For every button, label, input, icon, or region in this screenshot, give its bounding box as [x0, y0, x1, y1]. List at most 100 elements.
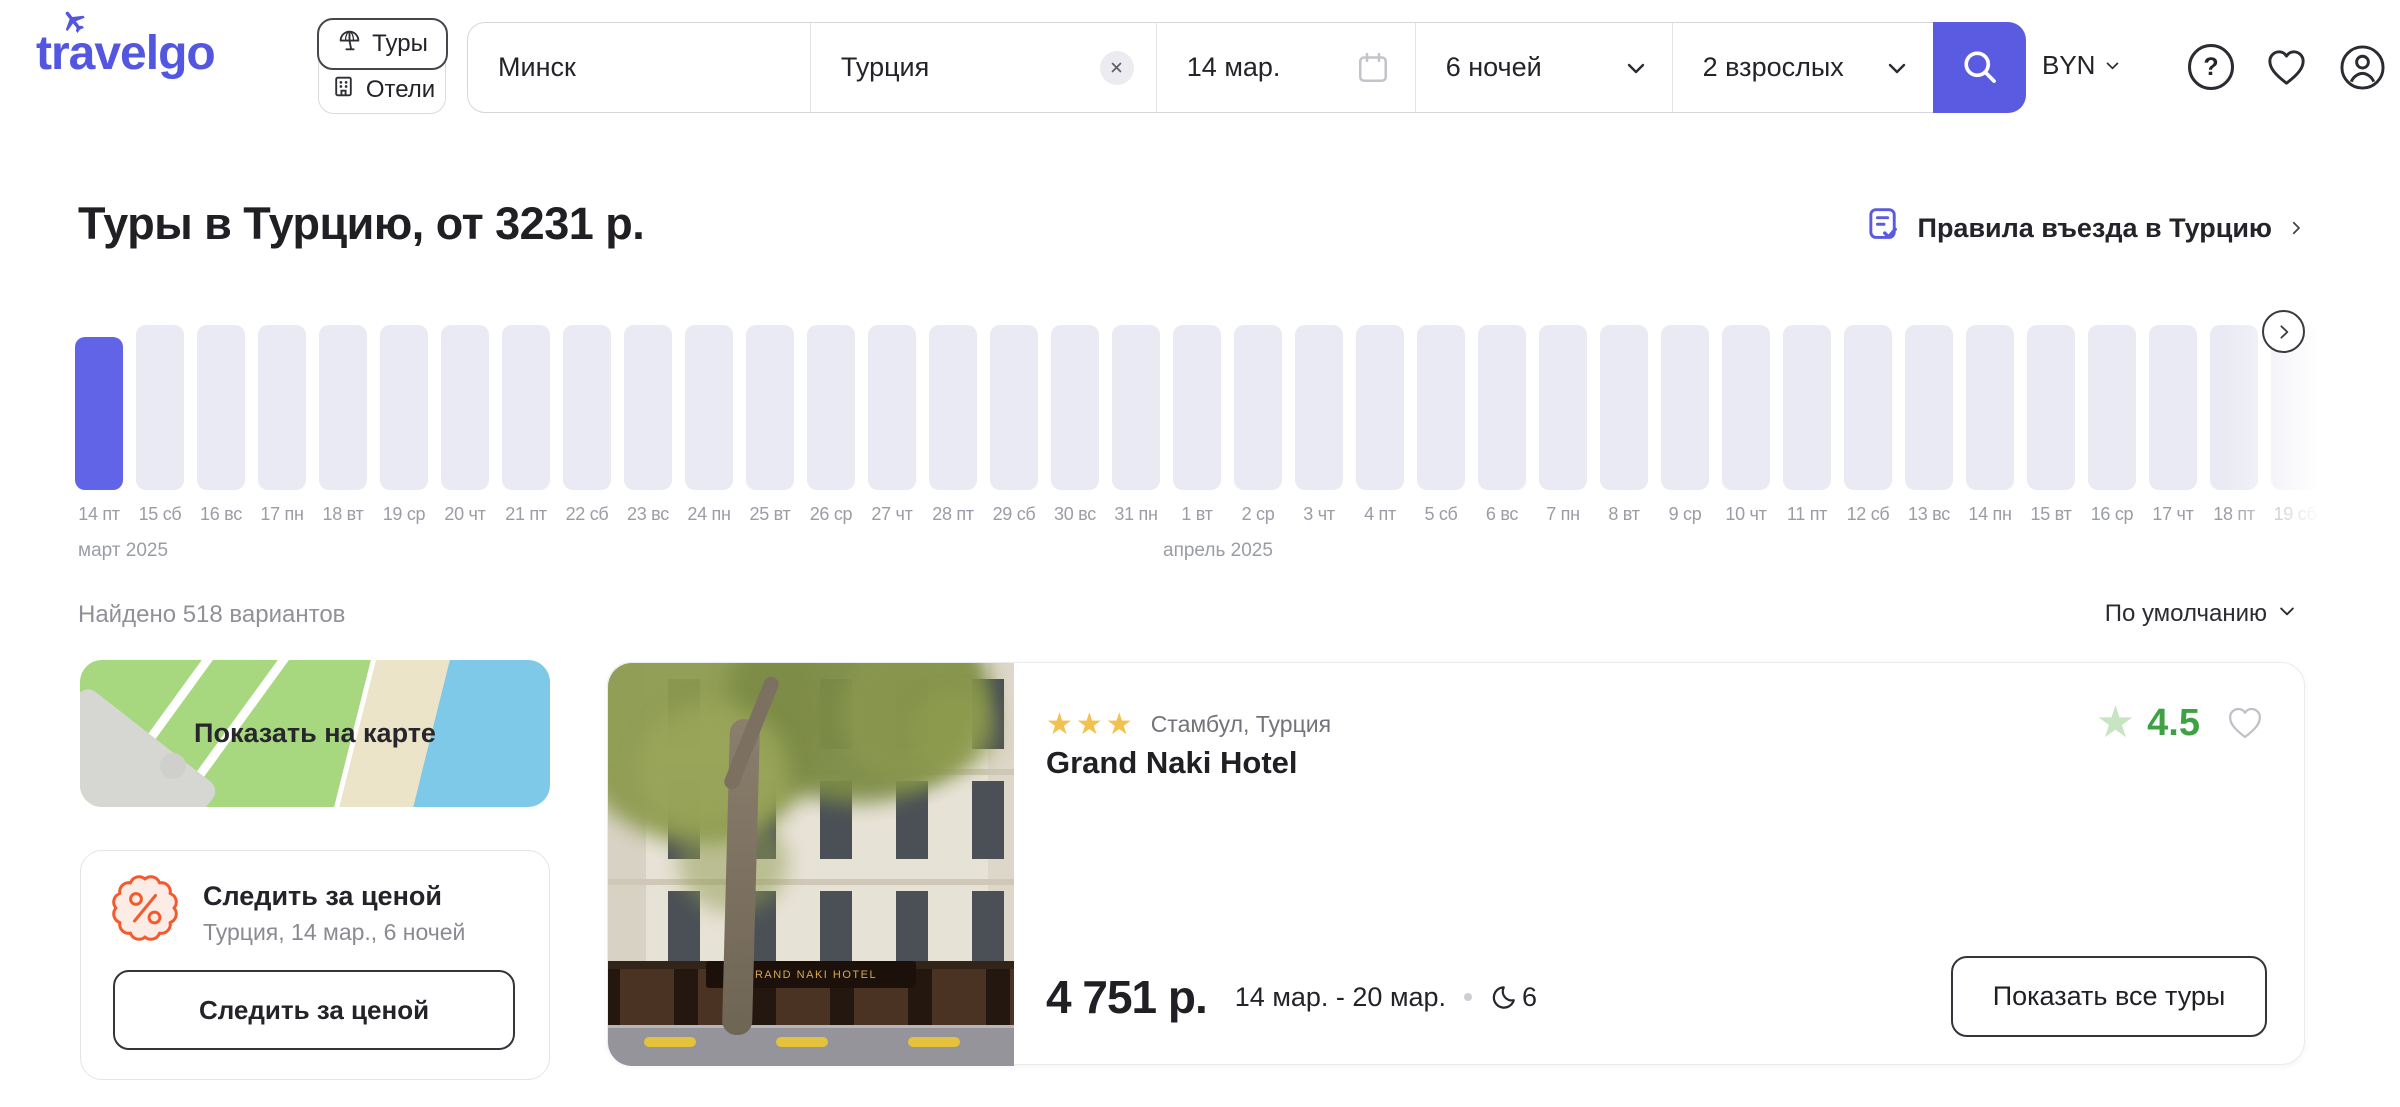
- date-bar-fill: [2210, 325, 2258, 490]
- clear-icon[interactable]: [1100, 51, 1134, 85]
- date-bar-fill: [1417, 325, 1465, 490]
- hotel-photo[interactable]: GRAND NAKI HOTEL: [608, 663, 1014, 1066]
- date-bar[interactable]: 4 пт: [1356, 325, 1404, 525]
- date-bar[interactable]: 8 вт: [1600, 325, 1648, 525]
- date-bar-label: 25 вт: [746, 504, 794, 525]
- currency-selector[interactable]: BYN: [2042, 50, 2121, 81]
- date-bar-label: 16 вс: [197, 504, 245, 525]
- date-bar[interactable]: 23 вс: [624, 325, 672, 525]
- search-bar: Минск Турция 14 мар. 6 ночей 2 взрослых: [467, 22, 2025, 113]
- date-bar[interactable]: 12 сб: [1844, 325, 1892, 525]
- origin-field[interactable]: Минск: [468, 23, 811, 112]
- date-bar[interactable]: 10 чт: [1722, 325, 1770, 525]
- date-bar-fill: [1234, 325, 1282, 490]
- date-bar[interactable]: 6 вс: [1478, 325, 1526, 525]
- date-bar-label: 19 ср: [380, 504, 428, 525]
- nights-field[interactable]: 6 ночей: [1416, 23, 1673, 112]
- hotel-name[interactable]: Grand Naki Hotel: [1046, 745, 1298, 781]
- date-bar[interactable]: 17 чт: [2149, 325, 2197, 525]
- help-icon[interactable]: ?: [2188, 44, 2234, 90]
- show-on-map-label: Показать на карте: [194, 718, 436, 749]
- entry-rules-link[interactable]: Правила въезда в Турцию: [1865, 206, 2305, 251]
- tour-dates: 14 мар. - 20 мар.: [1235, 982, 1446, 1013]
- calendar-icon: [1355, 50, 1391, 86]
- date-bar[interactable]: 18 вт: [319, 325, 367, 525]
- date-bar[interactable]: 29 сб: [990, 325, 1038, 525]
- date-bar-fill: [2027, 325, 2075, 490]
- date-bar[interactable]: 19 сб: [2271, 325, 2319, 525]
- rating-value: 4.5: [2147, 702, 2200, 745]
- date-bar[interactable]: 5 сб: [1417, 325, 1465, 525]
- date-bar[interactable]: 21 пт: [502, 325, 550, 525]
- date-bar-fill: [2088, 325, 2136, 490]
- date-bar[interactable]: 26 ср: [807, 325, 855, 525]
- date-bar[interactable]: 28 пт: [929, 325, 977, 525]
- favorites-heart-icon[interactable]: [2263, 44, 2310, 96]
- search-button[interactable]: [1933, 22, 2026, 113]
- date-bar-label: 27 чт: [868, 504, 916, 525]
- date-bar[interactable]: 24 пн: [685, 325, 733, 525]
- month-label: март 2025: [78, 540, 168, 562]
- date-bar[interactable]: 13 вс: [1905, 325, 1953, 525]
- date-bar-fill: [1539, 325, 1587, 490]
- date-bar[interactable]: 15 вт: [2027, 325, 2075, 525]
- date-bar-fill: [1356, 325, 1404, 490]
- date-bar[interactable]: 18 пт: [2210, 325, 2258, 525]
- mode-tab-hotels[interactable]: Отели: [319, 66, 447, 113]
- date-bar[interactable]: 7 пн: [1539, 325, 1587, 525]
- date-bar-label: 24 пн: [685, 504, 733, 525]
- show-on-map-button[interactable]: Показать на карте: [80, 660, 550, 807]
- date-bar[interactable]: 16 вс: [197, 325, 245, 525]
- scroll-next-button[interactable]: [2262, 310, 2305, 353]
- date-bar[interactable]: 19 ср: [380, 325, 428, 525]
- logo[interactable]: travelgo: [36, 26, 215, 81]
- date-bar[interactable]: 20 чт: [441, 325, 489, 525]
- date-bar[interactable]: 27 чт: [868, 325, 916, 525]
- date-bar-fill: [2149, 325, 2197, 490]
- date-bar-fill: [746, 325, 794, 490]
- date-bar-label: 8 вт: [1600, 504, 1648, 525]
- price-watch-button[interactable]: Следить за ценой: [113, 970, 515, 1050]
- date-bar-fill: [502, 325, 550, 490]
- date-bar-label: 1 вт: [1173, 504, 1221, 525]
- rating-block: ★ 4.5: [2096, 701, 2266, 745]
- date-bar-fill: [380, 325, 428, 490]
- results-count: Найдено 518 вариантов: [78, 601, 345, 629]
- travelgo-page: travelgo Туры Отели Минск Турция 1: [0, 0, 2400, 1107]
- date-field[interactable]: 14 мар.: [1157, 23, 1416, 112]
- date-bar-fill: [1844, 325, 1892, 490]
- guests-field[interactable]: 2 взрослых: [1673, 23, 1933, 112]
- date-bar[interactable]: 2 ср: [1234, 325, 1282, 525]
- date-price-strip: 14 пт 15 сб 16 вс 17 пн 18 вт 19 ср 20 чт 21 пт…: [75, 325, 2332, 525]
- date-bar[interactable]: 17 пн: [258, 325, 306, 525]
- date-bar-fill: [1905, 325, 1953, 490]
- date-bar[interactable]: 25 вт: [746, 325, 794, 525]
- date-bar-label: 15 вт: [2027, 504, 2075, 525]
- entry-rules-icon: [1865, 206, 1903, 251]
- date-bar-fill: [136, 325, 184, 490]
- sort-dropdown[interactable]: По умолчанию: [2105, 600, 2297, 628]
- date-bar[interactable]: 15 сб: [136, 325, 184, 525]
- sort-label: По умолчанию: [2105, 600, 2267, 628]
- date-bar-fill: [624, 325, 672, 490]
- date-bar[interactable]: 16 ср: [2088, 325, 2136, 525]
- date-bar[interactable]: 31 пн: [1112, 325, 1160, 525]
- nights-count: 6: [1522, 982, 1537, 1013]
- hotel-card[interactable]: GRAND NAKI HOTEL ★★★ Стамбул, Турция Gra…: [607, 662, 2305, 1065]
- show-all-tours-button[interactable]: Показать все туры: [1951, 956, 2267, 1037]
- destination-field[interactable]: Турция: [811, 23, 1157, 112]
- date-bar[interactable]: 30 вс: [1051, 325, 1099, 525]
- mode-tab-tours[interactable]: Туры: [317, 18, 448, 70]
- date-bar[interactable]: 22 сб: [563, 325, 611, 525]
- date-bar[interactable]: 14 пн: [1966, 325, 2014, 525]
- date-bar[interactable]: 14 пт: [75, 325, 123, 525]
- favorite-heart-icon[interactable]: [2224, 702, 2266, 744]
- date-bar[interactable]: 11 пт: [1783, 325, 1831, 525]
- date-bar-label: 2 ср: [1234, 504, 1282, 525]
- price-row: 4 751 р. 14 мар. - 20 мар. 6: [1046, 970, 1537, 1024]
- date-bar[interactable]: 1 вт: [1173, 325, 1221, 525]
- date-bar[interactable]: 9 ср: [1661, 325, 1709, 525]
- date-bar[interactable]: 3 чт: [1295, 325, 1343, 525]
- profile-icon[interactable]: [2339, 44, 2386, 96]
- map-roundabout: [160, 753, 186, 779]
